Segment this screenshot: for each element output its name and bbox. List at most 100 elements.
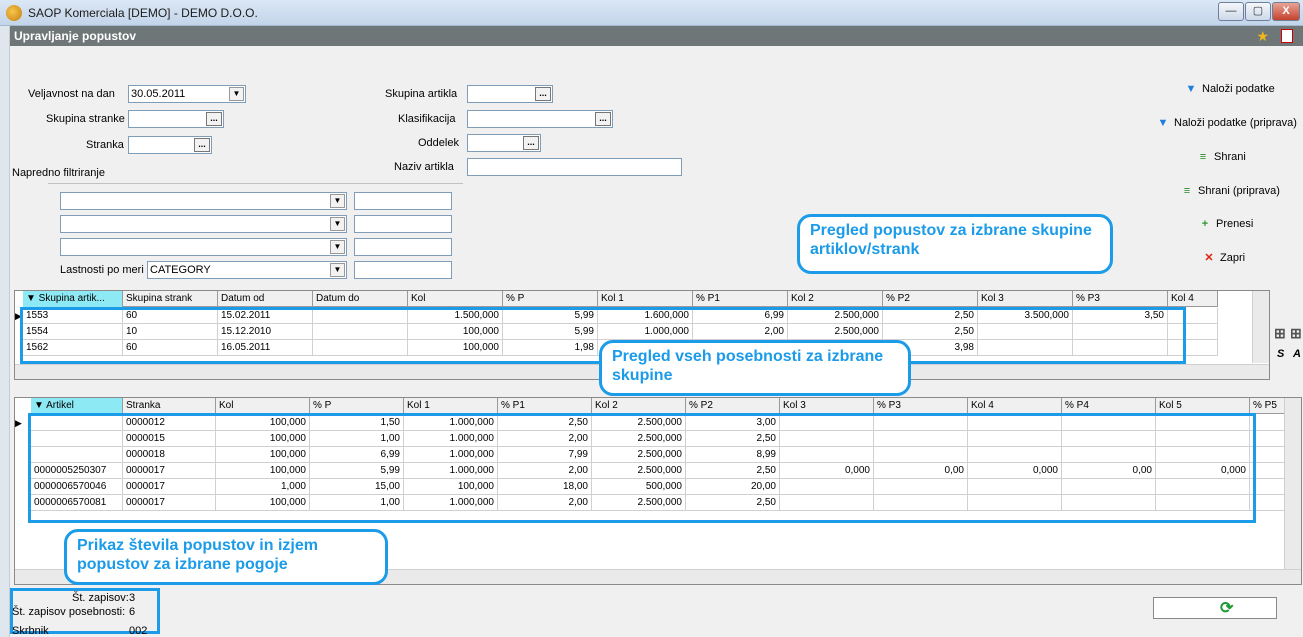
column-header[interactable]: % P2 [686, 398, 780, 414]
browse-button[interactable]: ... [194, 138, 210, 152]
save-icon: ≡ [1199, 151, 1207, 163]
veljavnost-date-field[interactable]: 30.05.2011 ▼ [128, 85, 246, 103]
column-header[interactable]: Kol 3 [780, 398, 874, 414]
save-icon: ≡ [1183, 185, 1191, 197]
grid-icon[interactable]: ⊞ [1274, 325, 1286, 342]
column-header[interactable]: ▼ Artikel [31, 398, 123, 414]
skupina-artikla-field[interactable]: ... [467, 85, 553, 103]
advanced-filter-1[interactable]: ▼ [60, 192, 347, 210]
column-header[interactable]: % P [310, 398, 404, 414]
close-window-button[interactable]: X [1272, 2, 1300, 21]
nalozi-priprava-label: Naloži podatke (priprava) [1174, 117, 1297, 129]
filter-icon: ▼ [1157, 117, 1169, 129]
filter-icon: ▼ [1185, 83, 1197, 95]
column-header[interactable]: % P1 [498, 398, 592, 414]
column-header[interactable]: Kol 2 [788, 291, 883, 307]
chevron-down-icon[interactable]: ▼ [229, 87, 244, 101]
column-header[interactable]: Kol 5 [1156, 398, 1250, 414]
column-header[interactable]: Skupina strank [123, 291, 218, 307]
column-header[interactable]: Datum od [218, 291, 313, 307]
column-header[interactable]: Kol 4 [1168, 291, 1218, 307]
app-icon [6, 5, 22, 21]
zapri-label: Zapri [1220, 252, 1246, 264]
column-header[interactable]: % P2 [883, 291, 978, 307]
lastnosti-select[interactable]: CATEGORY ▼ [147, 261, 347, 279]
browse-button[interactable]: ... [595, 112, 611, 126]
column-header[interactable]: Kol 4 [968, 398, 1062, 414]
window-titlebar: SAOP Komerciala [DEMO] - DEMO D.O.O. — ▢… [0, 0, 1303, 26]
advanced-filter-2[interactable]: ▼ [60, 215, 347, 233]
skupina-stranke-label: Skupina stranke [46, 113, 125, 125]
refresh-icon[interactable]: ⟳ [1220, 598, 1233, 618]
shrani-priprava-button[interactable]: ≡ Shrani (priprava) [1180, 185, 1280, 197]
nalozi-label: Naloži podatke [1202, 83, 1275, 95]
veljavnost-label: Veljavnost na dan [28, 88, 115, 100]
close-icon: ✕ [1204, 252, 1214, 264]
advanced-filter-1-value[interactable] [354, 192, 452, 210]
status-area: Št. zapisov: 3 Št. zapisov posebnosti: 6… [10, 587, 1303, 637]
text-icon[interactable]: A [1293, 348, 1301, 360]
grid-icon[interactable]: ⊞ [1290, 325, 1302, 342]
posebnosti-value: 6 [129, 606, 136, 618]
row-pointer-icon: ▶ [15, 418, 22, 428]
prenesi-label: Prenesi [1216, 218, 1254, 230]
form-header: Upravljanje popustov ★ [10, 26, 1303, 46]
chevron-down-icon[interactable]: ▼ [330, 240, 345, 254]
browse-button[interactable]: ... [523, 136, 539, 150]
advanced-filter-3[interactable]: ▼ [60, 238, 347, 256]
chevron-down-icon[interactable]: ▼ [330, 194, 345, 208]
column-header[interactable]: Kol 3 [978, 291, 1073, 307]
klasifikacija-field[interactable]: ... [467, 110, 613, 128]
skupina-stranke-field[interactable]: ... [128, 110, 224, 128]
browse-button[interactable]: ... [535, 87, 551, 101]
naziv-artikla-label: Naziv artikla [394, 161, 454, 173]
chevron-down-icon[interactable]: ▼ [330, 263, 345, 277]
klasifikacija-label: Klasifikacija [398, 113, 456, 125]
sum-icon[interactable]: S [1277, 348, 1284, 360]
callout-exceptions: Pregled vseh posebnosti za izbrane skupi… [599, 340, 911, 396]
chevron-down-icon[interactable]: ▼ [330, 217, 345, 231]
column-header[interactable]: Datum do [313, 291, 408, 307]
transfer-icon: + [1201, 218, 1209, 230]
oddelek-label: Oddelek [418, 137, 459, 149]
maximize-button[interactable]: ▢ [1245, 2, 1271, 21]
column-header[interactable]: Kol [408, 291, 503, 307]
column-header[interactable]: % P3 [1073, 291, 1168, 307]
skrbnik-label: Skrbnik [12, 625, 49, 637]
browse-button[interactable]: ... [206, 112, 222, 126]
column-header[interactable]: Kol 1 [598, 291, 693, 307]
callout-counts: Prikaz števila popustov in izjem popusto… [64, 529, 388, 585]
posebnosti-label: Št. zapisov posebnosti: [12, 606, 126, 618]
grid1-header: ▼ Skupina artik... Skupina strank Datum od… [23, 291, 1218, 307]
column-header[interactable]: % P1 [693, 291, 788, 307]
naziv-artikla-field[interactable] [467, 158, 682, 176]
column-header[interactable]: Stranka [123, 398, 216, 414]
lastnosti-value-field[interactable] [354, 261, 452, 279]
napredno-filtriranje-label: Napredno filtriranje [12, 167, 105, 179]
column-header[interactable]: % P3 [874, 398, 968, 414]
left-strip [0, 26, 10, 637]
shrani-button[interactable]: ≡ Shrani [1196, 151, 1246, 163]
oddelek-field[interactable]: ... [467, 134, 541, 152]
advanced-filter-3-value[interactable] [354, 238, 452, 256]
minimize-button[interactable]: — [1218, 2, 1244, 21]
window-title: SAOP Komerciala [DEMO] - DEMO D.O.O. [28, 6, 258, 20]
stranka-field[interactable]: ... [128, 136, 212, 154]
column-header[interactable]: Kol 2 [592, 398, 686, 414]
column-header[interactable]: ▼ Skupina artik... [23, 291, 123, 307]
column-header[interactable]: % P [503, 291, 598, 307]
shrani-priprava-label: Shrani (priprava) [1198, 185, 1280, 197]
grid1-vertical-scrollbar[interactable] [1252, 291, 1269, 363]
advanced-filter-2-value[interactable] [354, 215, 452, 233]
nalozi-podatke-priprava-button[interactable]: ▼ Naloži podatke (priprava) [1156, 117, 1297, 129]
prenesi-button[interactable]: + Prenesi [1198, 218, 1254, 230]
nalozi-podatke-button[interactable]: ▼ Naloži podatke [1184, 83, 1275, 95]
column-header[interactable]: Kol [216, 398, 310, 414]
stranka-label: Stranka [86, 139, 124, 151]
grid2-vertical-scrollbar[interactable] [1284, 398, 1301, 569]
pdf-export-icon[interactable] [1281, 29, 1293, 43]
zapri-button[interactable]: ✕ Zapri [1202, 252, 1245, 264]
favorite-star-icon[interactable]: ★ [1256, 28, 1269, 45]
column-header[interactable]: Kol 1 [404, 398, 498, 414]
column-header[interactable]: % P4 [1062, 398, 1156, 414]
